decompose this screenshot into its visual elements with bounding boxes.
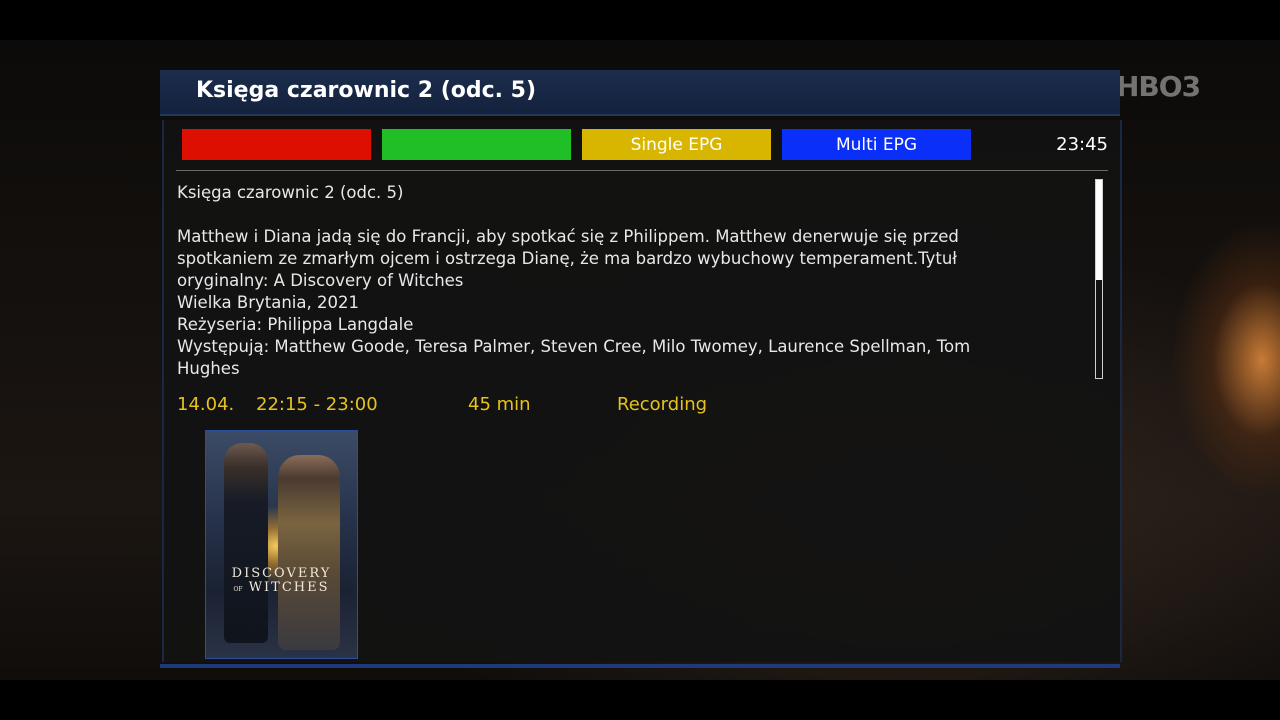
broadcast-time: 22:15 - 23:00 bbox=[256, 394, 378, 415]
channel-logo: HBO3 bbox=[1116, 70, 1201, 103]
single-epg-button[interactable]: Single EPG bbox=[582, 129, 771, 160]
green-button[interactable] bbox=[382, 129, 571, 160]
description-gap bbox=[177, 204, 1077, 226]
divider bbox=[176, 170, 1108, 171]
tv-screen: HBO3 Księga czarownic 2 (odc. 5) Single … bbox=[0, 0, 1280, 720]
recording-status: Recording bbox=[617, 394, 708, 415]
broadcast-date: 14.04. bbox=[177, 394, 235, 415]
multi-epg-label: Multi EPG bbox=[835, 135, 918, 155]
program-description: Księga czarownic 2 (odc. 5) Matthew i Di… bbox=[177, 182, 1077, 380]
scrollbar-thumb[interactable] bbox=[1096, 180, 1102, 280]
letterbox-top bbox=[0, 0, 1280, 40]
poster-figure-man bbox=[224, 443, 268, 643]
broadcast-duration: 45 min bbox=[468, 394, 531, 415]
poster-title-small: OF bbox=[233, 586, 243, 593]
description-scrollbar[interactable] bbox=[1095, 179, 1103, 379]
title-bar: Księga czarownic 2 (odc. 5) bbox=[160, 70, 1120, 116]
letterbox-bottom bbox=[0, 680, 1280, 720]
multi-epg-button[interactable]: Multi EPG bbox=[782, 129, 971, 160]
poster-figure-woman bbox=[278, 455, 340, 650]
clock: 23:45 bbox=[1056, 134, 1108, 155]
description-line: Matthew i Diana jadą się do Francji, aby… bbox=[177, 227, 959, 246]
single-epg-label: Single EPG bbox=[630, 135, 723, 155]
poster-title: DISCOVERY OF WITCHES bbox=[206, 567, 357, 597]
description-line: spotkaniem ze zmarłym ojcem i ostrzega D… bbox=[177, 249, 957, 268]
description-line: oryginalny: A Discovery of Witches bbox=[177, 271, 464, 290]
poster-title-line2: WITCHES bbox=[248, 580, 330, 595]
description-heading: Księga czarownic 2 (odc. 5) bbox=[177, 183, 404, 202]
panel-bottom-border bbox=[160, 664, 1120, 668]
description-line: Wielka Brytania, 2021 bbox=[177, 293, 359, 312]
red-button[interactable] bbox=[182, 129, 371, 160]
description-line: Hughes bbox=[177, 359, 240, 378]
program-poster: DISCOVERY OF WITCHES bbox=[205, 430, 358, 659]
description-line: Reżyseria: Philippa Langdale bbox=[177, 315, 414, 334]
panel-body: Single EPG Multi EPG 23:45 Księga czarow… bbox=[162, 120, 1122, 662]
program-title: Księga czarownic 2 (odc. 5) bbox=[196, 78, 537, 103]
poster-title-line1: DISCOVERY bbox=[231, 566, 332, 581]
epg-info-panel: Księga czarownic 2 (odc. 5) Single EPG M… bbox=[160, 70, 1122, 670]
description-line: Występują: Matthew Goode, Teresa Palmer,… bbox=[177, 337, 971, 356]
